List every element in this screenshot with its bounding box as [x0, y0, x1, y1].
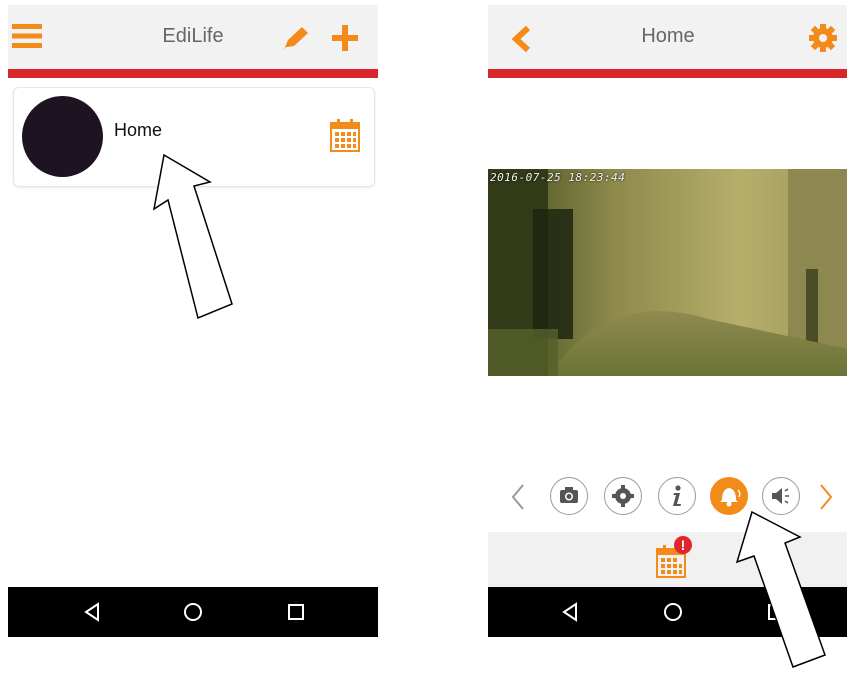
- chevron-left-nav-icon[interactable]: [510, 483, 526, 511]
- camera-header-divider: [488, 69, 847, 78]
- camera-header: Home: [488, 5, 847, 69]
- gear-icon[interactable]: [808, 23, 838, 53]
- recents-square-icon[interactable]: [283, 599, 309, 625]
- pencil-icon[interactable]: [282, 25, 310, 51]
- camera-icon: [560, 487, 578, 503]
- callout-arrow-right: [735, 510, 826, 668]
- app-title: EdiLife: [162, 25, 224, 47]
- plus-icon[interactable]: [332, 25, 358, 51]
- home-avatar: [22, 96, 103, 177]
- camera-title: Home: [641, 25, 695, 47]
- camera-frame-image: [488, 169, 847, 376]
- callout-arrow-left: [152, 153, 233, 320]
- calendar-icon[interactable]: [330, 118, 360, 152]
- back-triangle-icon[interactable]: [558, 599, 584, 625]
- camera-settings-button[interactable]: [604, 477, 642, 515]
- video-timestamp: 2016-07-25 18:23:44: [490, 171, 626, 184]
- alert-badge-icon: !: [674, 536, 692, 554]
- home-label: Home: [114, 120, 163, 140]
- info-icon: [673, 485, 681, 506]
- live-video-feed[interactable]: 2016-07-25 18:23:44: [488, 169, 847, 376]
- header-divider: [8, 69, 378, 78]
- home-circle-icon[interactable]: [180, 599, 206, 625]
- home-circle-icon[interactable]: [660, 599, 686, 625]
- back-triangle-icon[interactable]: [80, 599, 106, 625]
- snapshot-button[interactable]: [550, 477, 588, 515]
- settings-icon: [612, 485, 634, 507]
- info-button[interactable]: [658, 477, 696, 515]
- app-header: EdiLife: [8, 5, 378, 69]
- android-nav-bar: [8, 587, 378, 637]
